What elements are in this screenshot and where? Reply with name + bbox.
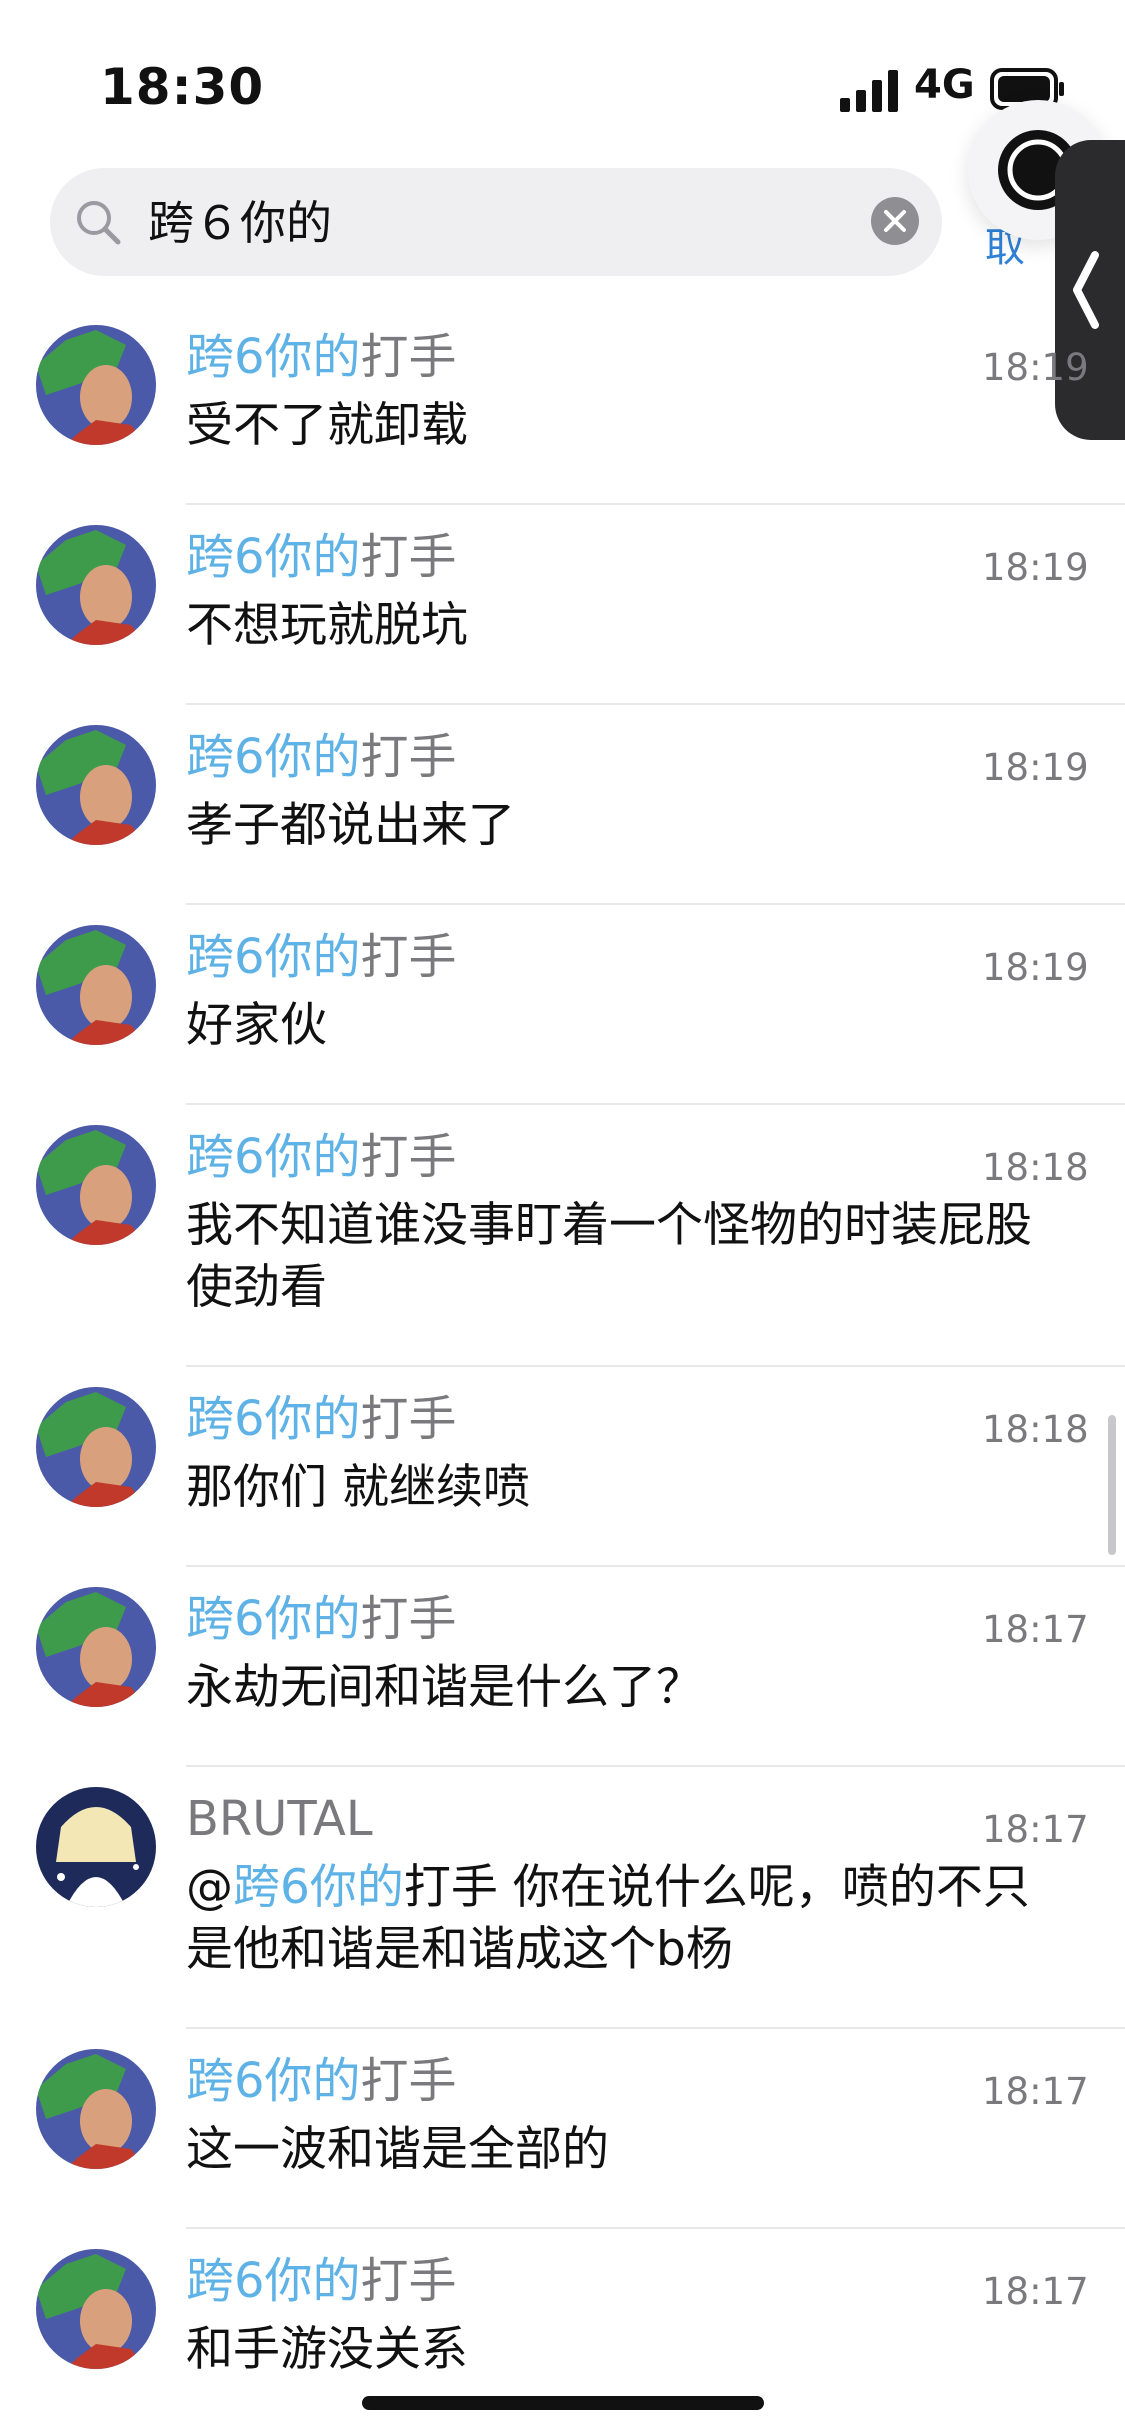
message-time: 18:17 — [982, 2270, 1089, 2313]
result-row[interactable]: 跨6你的打手 18:19 好家伙 — [0, 905, 1125, 1105]
sender-name: 跨6你的打手 — [186, 727, 457, 787]
result-row[interactable]: 跨6你的打手 18:19 孝子都说出来了 — [0, 705, 1125, 905]
sender-name: 跨6你的打手 — [186, 1589, 457, 1649]
sender-name-rest: 打手 — [360, 2053, 457, 2109]
sender-name-rest: 打手 — [360, 329, 457, 385]
result-row[interactable]: 跨6你的打手 18:18 那你们 就继续喷 — [0, 1367, 1125, 1567]
sender-name-highlight: 跨6你的 — [186, 2253, 361, 2309]
avatar[interactable] — [36, 2049, 156, 2169]
message-time: 18:19 — [982, 946, 1089, 989]
status-time: 18:30 — [100, 58, 265, 116]
sender-name-rest: 打手 — [360, 2253, 457, 2309]
sender-name: 跨6你的打手 — [186, 527, 457, 587]
sender-name-highlight: 跨6你的 — [186, 1591, 361, 1647]
message-text: 和手游没关系 — [186, 2322, 468, 2377]
message-time: 18:18 — [982, 1146, 1089, 1189]
message-time: 18:18 — [982, 1408, 1089, 1451]
result-row[interactable]: 跨6你的打手 18:17 这一波和谐是全部的 — [0, 2029, 1125, 2229]
message-text: 那你们 就继续喷 — [186, 1460, 530, 1515]
message-time: 18:17 — [982, 1608, 1089, 1651]
sender-name: 跨6你的打手 — [186, 1389, 457, 1449]
sender-name-highlight: 跨6你的 — [186, 329, 361, 385]
sender-name-highlight: 跨6你的 — [186, 1129, 361, 1185]
sender-name-rest: 打手 — [360, 1129, 457, 1185]
message-text: 不想玩就脱坑 — [186, 598, 468, 653]
search-icon — [77, 201, 121, 245]
search-result-list: 跨6你的打手 18:19 受不了就卸载 跨6你的打手 18:19 不想玩就脱坑 — [0, 305, 1125, 2429]
avatar[interactable] — [36, 2249, 156, 2369]
sender-name: 跨6你的打手 — [186, 2051, 457, 2111]
sender-name: BRUTAL — [186, 1789, 373, 1849]
sender-name-rest: 打手 — [360, 929, 457, 985]
search-input[interactable] — [146, 186, 870, 260]
sender-name-highlight: 跨6你的 — [186, 1391, 361, 1447]
sender-name-rest: 打手 — [360, 729, 457, 785]
sender-name-highlight: 跨6你的 — [186, 729, 361, 785]
result-row[interactable]: 跨6你的打手 18:19 受不了就卸载 — [0, 305, 1125, 505]
clear-icon[interactable] — [870, 196, 920, 246]
sender-name: 跨6你的打手 — [186, 927, 457, 987]
sender-name-highlight: 跨6你的 — [186, 529, 361, 585]
message-text: 我不知道谁没事盯着一个怪物的时装屁股 使劲看 — [186, 1198, 1032, 1315]
scrollbar[interactable] — [1108, 1415, 1116, 1555]
message-time: 18:19 — [982, 546, 1089, 589]
mention-highlight: 跨6你的 — [233, 1860, 404, 1915]
sender-name-rest: BRUTAL — [186, 1791, 373, 1847]
message-time: 18:19 — [982, 346, 1089, 389]
message-text: 这一波和谐是全部的 — [186, 2122, 609, 2177]
mention-at-sign: @ — [186, 1860, 233, 1915]
result-row[interactable]: 跨6你的打手 18:17 永劫无间和谐是什么了？ — [0, 1567, 1125, 1767]
avatar[interactable] — [36, 1587, 156, 1707]
sender-name-highlight: 跨6你的 — [186, 2053, 361, 2109]
signal-icon — [840, 70, 898, 112]
message-time: 18:17 — [982, 2070, 1089, 2113]
message-text: 孝子都说出来了 — [186, 798, 515, 853]
message-time: 18:19 — [982, 746, 1089, 789]
avatar[interactable] — [36, 1787, 156, 1907]
search-bar[interactable] — [50, 168, 942, 276]
result-row[interactable]: BRUTAL 18:17 @跨6你的打手 你在说什么呢，喷的不只是他和谐是和谐成… — [0, 1767, 1125, 2029]
message-text: 受不了就卸载 — [186, 398, 468, 453]
message-time: 18:17 — [982, 1808, 1089, 1851]
message-text: @跨6你的打手 你在说什么呢，喷的不只是他和谐是和谐成这个b杨 — [186, 1857, 1066, 1981]
sender-name: 跨6你的打手 — [186, 2251, 457, 2311]
sender-name-rest: 打手 — [360, 1391, 457, 1447]
sender-name-highlight: 跨6你的 — [186, 929, 361, 985]
sender-name-rest: 打手 — [360, 529, 457, 585]
sender-name: 跨6你的打手 — [186, 1127, 457, 1187]
status-bar: 18:30 4G — [0, 0, 1125, 150]
message-text: 好家伙 — [186, 998, 327, 1053]
avatar[interactable] — [36, 325, 156, 445]
result-row[interactable]: 跨6你的打手 18:19 不想玩就脱坑 — [0, 505, 1125, 705]
sender-name-rest: 打手 — [360, 1591, 457, 1647]
avatar[interactable] — [36, 1387, 156, 1507]
avatar[interactable] — [36, 725, 156, 845]
network-label: 4G — [914, 62, 975, 108]
result-row[interactable]: 跨6你的打手 18:18 我不知道谁没事盯着一个怪物的时装屁股 使劲看 — [0, 1105, 1125, 1367]
avatar[interactable] — [36, 925, 156, 1045]
message-text: 永劫无间和谐是什么了？ — [186, 1660, 703, 1715]
avatar[interactable] — [36, 525, 156, 645]
avatar[interactable] — [36, 1125, 156, 1245]
sender-name: 跨6你的打手 — [186, 327, 457, 387]
home-indicator[interactable] — [362, 2396, 764, 2410]
